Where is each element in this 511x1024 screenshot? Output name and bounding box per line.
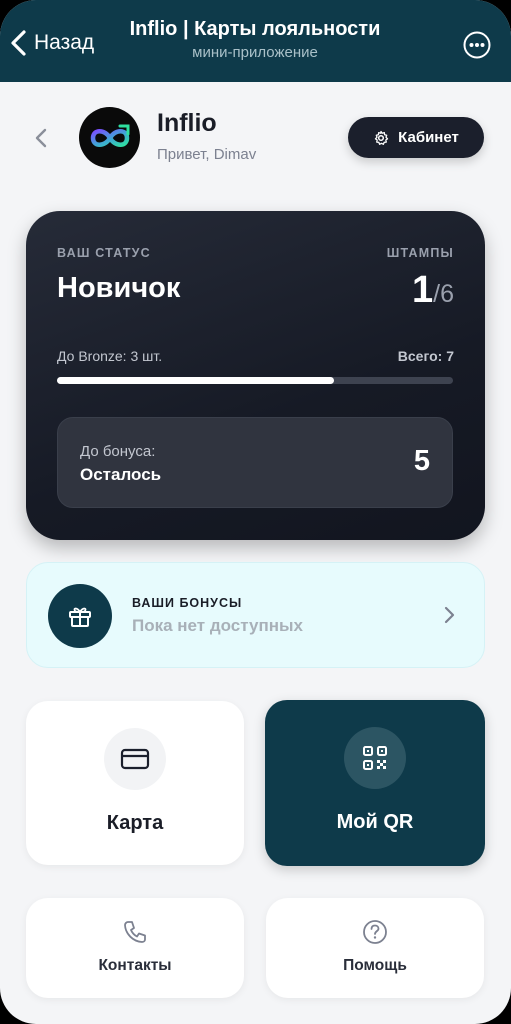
more-icon [463,31,491,59]
qr-icon-circle [344,727,406,789]
bonuses-row[interactable]: ВАШИ БОНУСЫ Пока нет доступных [26,562,485,668]
progress-fill [57,377,335,384]
bonus-progress-box: До бонуса: Осталось 5 [57,417,453,508]
card-icon-circle [104,728,166,790]
stamps-current: 1 [412,269,434,311]
infinity-logo-icon [90,124,129,147]
more-button[interactable] [463,31,491,59]
next-level-text: До Bronze: 3 шт. [57,348,163,364]
my-qr-tile[interactable]: Мой QR [265,700,485,866]
total-stamps-text: Всего: 7 [397,348,454,364]
cabinet-button[interactable]: Кабинет [348,117,484,158]
stamps-count: 1/6 [412,269,454,312]
back-label: Назад [34,31,95,54]
gift-icon-circle [48,584,112,648]
app-subtitle: мини-приложение [192,44,318,61]
app-title-text: Inflio | Карты лояльности [129,18,381,40]
card-label: Карта [106,812,164,834]
brand-name: Inflio [157,109,217,137]
back-button[interactable]: Назад [8,26,94,60]
contacts-tile[interactable]: Контакты [26,898,244,998]
help-label: Помощь [343,957,407,974]
my-qr-label: Мой QR [336,811,414,833]
app-title: Inflio | Карты лояльности мини-приложени… [110,18,400,61]
stamps-total: /6 [433,280,454,308]
chevron-right-icon [444,606,455,624]
help-icon [363,920,387,944]
status-value: Новичок [57,272,181,304]
status-label: ВАШ СТАТУС [57,246,151,260]
progress-bar [57,377,453,384]
chevron-left-icon [11,30,26,56]
card-tile[interactable]: Карта [26,701,244,865]
bonus-remaining-label: Осталось [80,465,162,484]
qr-code-icon [363,746,387,770]
bonuses-title: ВАШИ БОНУСЫ [132,596,243,610]
help-tile[interactable]: Помощь [266,898,484,998]
bonus-remaining-value: 5 [413,445,430,477]
gift-icon [69,607,91,627]
brand-logo [79,107,140,168]
app-screen: Назад Inflio | Карты лояльности мини-при… [0,0,511,1024]
contacts-label: Контакты [98,957,172,974]
chevron-left-icon[interactable] [32,124,52,152]
greeting-text: Привет, Dimav [157,146,257,163]
stamps-label: ШТАМПЫ [386,246,454,260]
bonuses-subtitle: Пока нет доступных [132,616,303,635]
cabinet-label: Кабинет [398,129,459,146]
gear-icon [374,130,389,145]
phone-icon [124,921,146,943]
bonus-label: До бонуса: [80,443,156,460]
status-card: ВАШ СТАТУС ШТАМПЫ Новичок 1/6 До Bronze:… [26,211,485,540]
top-bar: Назад Inflio | Карты лояльности мини-при… [0,0,511,82]
credit-card-icon [120,748,150,770]
